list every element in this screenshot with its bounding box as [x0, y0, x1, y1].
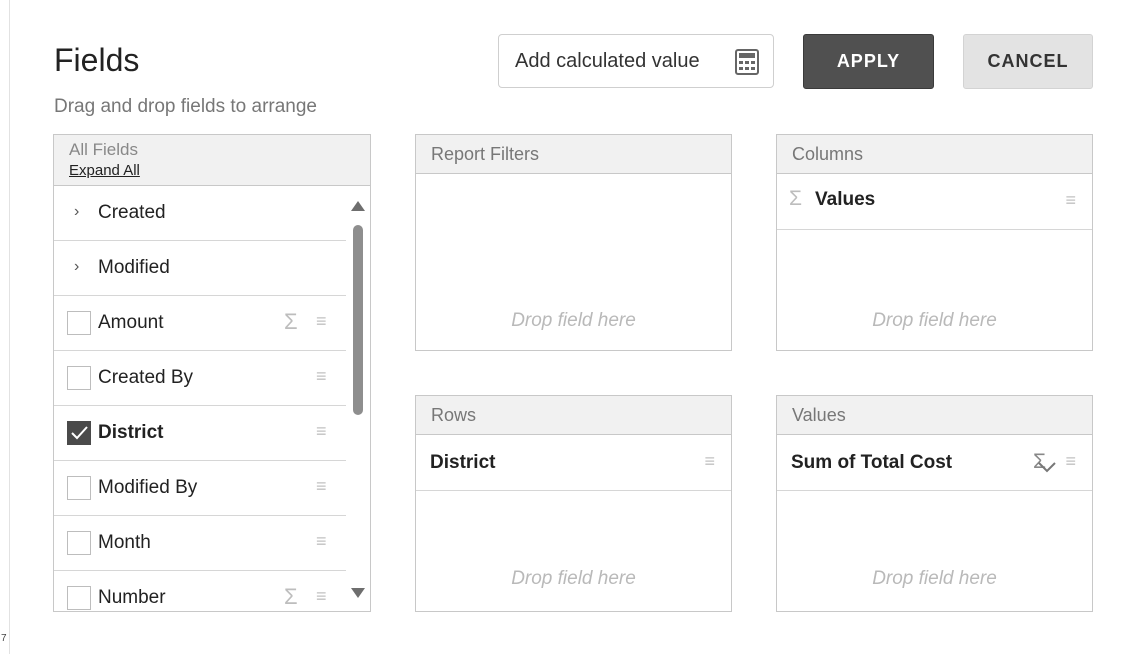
field-label: Amount: [98, 312, 164, 333]
apply-button[interactable]: APPLY: [803, 34, 934, 89]
all-fields-header: All Fields Expand All: [54, 135, 370, 186]
all-fields-panel: All Fields Expand All › Created › Modifi…: [53, 134, 371, 612]
field-modified-by[interactable]: Modified By ≡: [54, 461, 346, 516]
field-district[interactable]: District ≡: [54, 406, 346, 461]
field-checkbox-checked[interactable]: [67, 421, 91, 445]
field-label: Modified By: [98, 477, 198, 498]
field-number[interactable]: Number Σ ≡: [54, 571, 346, 611]
columns-header: Columns: [777, 135, 1092, 174]
sigma-icon: Σ: [789, 187, 802, 210]
page-subtitle: Drag and drop fields to arrange: [54, 96, 317, 117]
rows-header: Rows: [416, 396, 731, 435]
field-list: › Created › Modified Amount Σ ≡ Created …: [54, 186, 346, 611]
drop-hint: Drop field here: [511, 310, 636, 331]
field-month[interactable]: Month ≡: [54, 516, 346, 571]
columns-area[interactable]: Columns Σ Values ≡ Drop field here: [776, 134, 1093, 351]
report-filters-area[interactable]: Report Filters Drop field here: [415, 134, 732, 351]
drop-hint: Drop field here: [872, 310, 997, 331]
columns-item-values[interactable]: Σ Values ≡: [777, 174, 1092, 230]
chevron-right-icon[interactable]: ›: [74, 258, 79, 276]
cancel-button[interactable]: CANCEL: [963, 34, 1093, 89]
folder-label: Created: [98, 202, 166, 223]
scroll-up-arrow-icon[interactable]: [350, 199, 366, 217]
drag-handle-icon[interactable]: ≡: [316, 421, 327, 442]
field-created-by[interactable]: Created By ≡: [54, 351, 346, 406]
add-calculated-value-label: Add calculated value: [515, 49, 700, 72]
chevron-down-icon[interactable]: [1038, 457, 1056, 479]
calculator-icon: [735, 49, 759, 81]
field-checkbox[interactable]: [67, 366, 91, 390]
folder-label: Modified: [98, 257, 170, 278]
drag-handle-icon[interactable]: ≡: [704, 451, 715, 472]
sigma-icon: Σ: [284, 309, 298, 334]
corner-mark: 7: [1, 633, 7, 644]
report-filters-header: Report Filters: [416, 135, 731, 174]
column-item-label: Values: [815, 189, 876, 210]
left-edge-rule: [9, 0, 10, 654]
row-item-label: District: [430, 452, 496, 473]
drop-hint: Drop field here: [511, 568, 636, 589]
field-label: Number: [98, 587, 166, 608]
drag-handle-icon[interactable]: ≡: [316, 586, 327, 607]
add-calculated-value-button[interactable]: Add calculated value: [498, 34, 774, 88]
drag-handle-icon[interactable]: ≡: [1065, 190, 1076, 211]
all-fields-label: All Fields: [69, 140, 138, 159]
values-header: Values: [777, 396, 1092, 435]
value-item-label: Sum of Total Cost: [791, 452, 953, 473]
field-checkbox[interactable]: [67, 586, 91, 610]
scroll-down-arrow-icon[interactable]: [350, 586, 366, 604]
sigma-icon: Σ: [284, 584, 298, 609]
drag-handle-icon[interactable]: ≡: [1065, 451, 1076, 472]
drag-handle-icon[interactable]: ≡: [316, 531, 327, 552]
field-checkbox[interactable]: [67, 476, 91, 500]
field-amount[interactable]: Amount Σ ≡: [54, 296, 346, 351]
rows-area[interactable]: Rows District ≡ Drop field here: [415, 395, 732, 612]
drop-hint: Drop field here: [872, 568, 997, 589]
field-checkbox[interactable]: [67, 531, 91, 555]
rows-item-district[interactable]: District ≡: [416, 435, 731, 491]
folder-created[interactable]: › Created: [54, 186, 346, 241]
field-checkbox[interactable]: [67, 311, 91, 335]
field-label: District: [98, 422, 164, 443]
drag-handle-icon[interactable]: ≡: [316, 476, 327, 497]
folder-modified[interactable]: › Modified: [54, 241, 346, 296]
field-label: Month: [98, 532, 151, 553]
scrollbar-thumb[interactable]: [353, 225, 363, 415]
expand-all-link[interactable]: Expand All: [69, 162, 370, 179]
chevron-right-icon[interactable]: ›: [74, 203, 79, 221]
values-area[interactable]: Values Sum of Total Cost Σ ≡ Drop field …: [776, 395, 1093, 612]
drag-handle-icon[interactable]: ≡: [316, 366, 327, 387]
drag-handle-icon[interactable]: ≡: [316, 311, 327, 332]
page-title: Fields: [54, 42, 140, 78]
field-label: Created By: [98, 367, 194, 388]
values-item-sum-total-cost[interactable]: Sum of Total Cost Σ ≡: [777, 435, 1092, 491]
